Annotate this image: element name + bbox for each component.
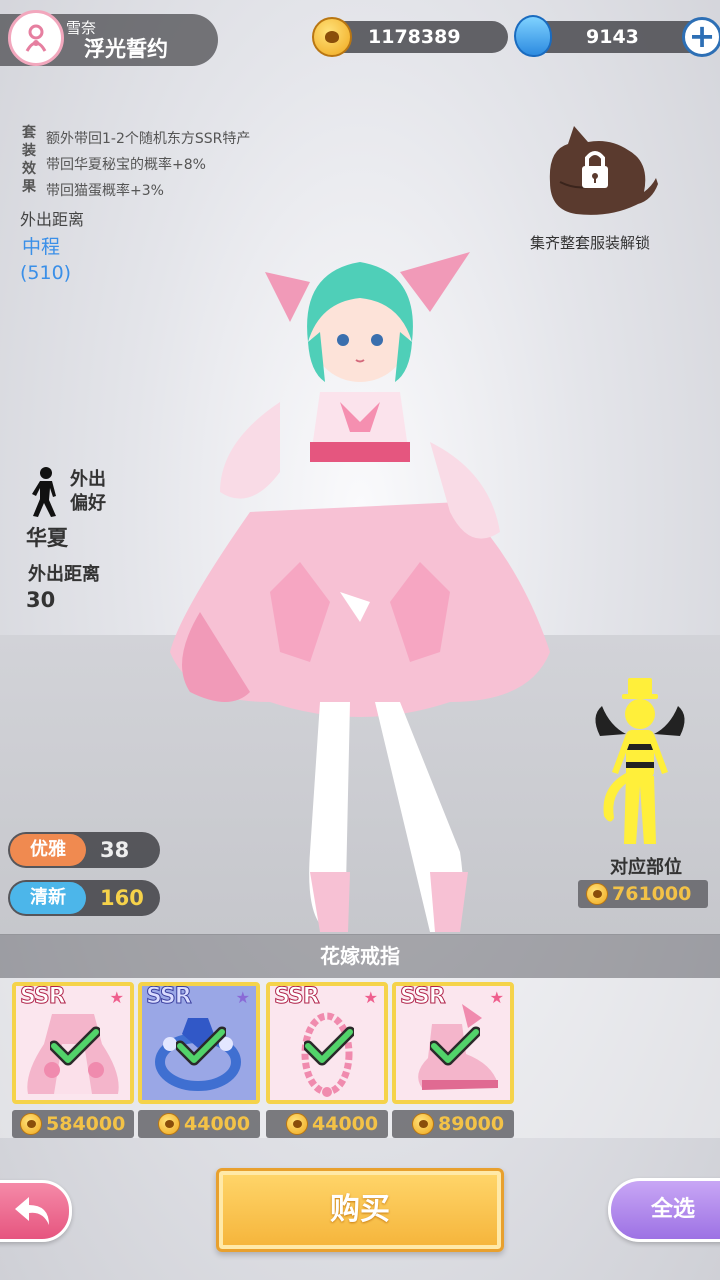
slot-price-tag: 761000	[578, 880, 708, 908]
preference-value: 华夏	[26, 526, 68, 550]
set-bonus-list: 额外带回1-2个随机东方SSR特产 带回华夏秘宝的概率+8% 带回猫蛋概率+3%	[46, 126, 250, 204]
checkmark-icon	[304, 1026, 354, 1066]
rarity-badge: SSR	[400, 984, 447, 1010]
distance-label: 外出距离	[20, 210, 85, 229]
item-price-tag: 44000	[266, 1110, 388, 1138]
paw-coin-icon	[312, 17, 352, 57]
add-gems-button[interactable]: +	[682, 17, 720, 57]
stat-elegant-value: 38	[100, 838, 130, 862]
gold-counter: 1178389	[312, 17, 508, 57]
item-price-tag: 44000	[138, 1110, 260, 1138]
stat-fresh-value: 160	[100, 886, 144, 910]
stat-fresh-label: 清新	[10, 882, 86, 914]
set-bonus-item: 额外带回1-2个随机东方SSR特产	[46, 131, 251, 147]
checkmark-icon	[176, 1026, 226, 1066]
set-bonus-label: 套装效果	[22, 125, 36, 195]
preference-label: 外出偏好	[70, 469, 106, 514]
rarity-badge: SSR	[20, 984, 67, 1010]
distance-label-2: 外出距离	[28, 564, 100, 585]
set-bonus-item: 带回猫蛋概率+3%	[46, 183, 164, 199]
back-button[interactable]	[0, 1180, 72, 1242]
character-model	[170, 252, 550, 932]
distance-class: 中程	[22, 236, 61, 258]
cat-gem-icon	[514, 15, 552, 57]
star-icon: ★	[489, 988, 504, 1007]
gold-value: 1178389	[368, 26, 461, 48]
item-card-dress[interactable]: SSR ★	[12, 982, 134, 1104]
slot-label: 对应部位	[610, 857, 682, 878]
locked-cat-icon	[549, 126, 658, 215]
distance-value: (510)	[20, 262, 72, 284]
item-price: 44000	[184, 1113, 251, 1135]
stat-fresh: 清新 160	[8, 880, 160, 916]
item-card-shoes[interactable]: SSR ★	[392, 982, 514, 1104]
item-price: 584000	[46, 1113, 126, 1135]
item-price: 89000	[438, 1113, 505, 1135]
paw-coin-icon	[286, 1113, 308, 1135]
item-price-tag: 584000	[12, 1110, 134, 1138]
star-icon: ★	[109, 988, 124, 1007]
gem-counter: 9143 +	[514, 15, 720, 57]
select-all-button[interactable]: 全选	[608, 1178, 720, 1242]
item-card-necklace[interactable]: SSR ★	[266, 982, 388, 1104]
paw-coin-icon	[586, 883, 608, 905]
stat-elegant-label: 优雅	[10, 834, 86, 866]
walking-person-icon	[32, 467, 56, 517]
checkmark-icon	[50, 1026, 100, 1066]
paw-coin-icon	[20, 1113, 42, 1135]
star-icon: ★	[363, 988, 378, 1007]
set-bonus-item: 带回华夏秘宝的概率+8%	[46, 157, 206, 173]
gem-value: 9143	[586, 26, 639, 48]
item-price: 44000	[312, 1113, 379, 1135]
item-price-tag: 89000	[392, 1110, 514, 1138]
rarity-badge: SSR	[274, 984, 321, 1010]
buy-button[interactable]: 购买	[216, 1168, 504, 1252]
outfit-name: 浮光誓约	[84, 37, 168, 61]
item-title: 花嫁戒指	[0, 934, 720, 978]
slot-silhouette-icon[interactable]	[590, 676, 690, 848]
checkmark-icon	[430, 1026, 480, 1066]
stat-elegant: 优雅 38	[8, 832, 160, 868]
star-icon: ★	[235, 988, 250, 1007]
rarity-badge: SSR	[146, 984, 193, 1010]
paw-coin-icon	[158, 1113, 180, 1135]
slot-price: 761000	[612, 883, 692, 905]
outfit-emblem-icon	[8, 10, 64, 66]
distance-value-2: 30	[26, 588, 56, 612]
back-arrow-icon	[15, 1197, 49, 1225]
paw-coin-icon	[412, 1113, 434, 1135]
item-card-ring[interactable]: SSR ★	[138, 982, 260, 1104]
